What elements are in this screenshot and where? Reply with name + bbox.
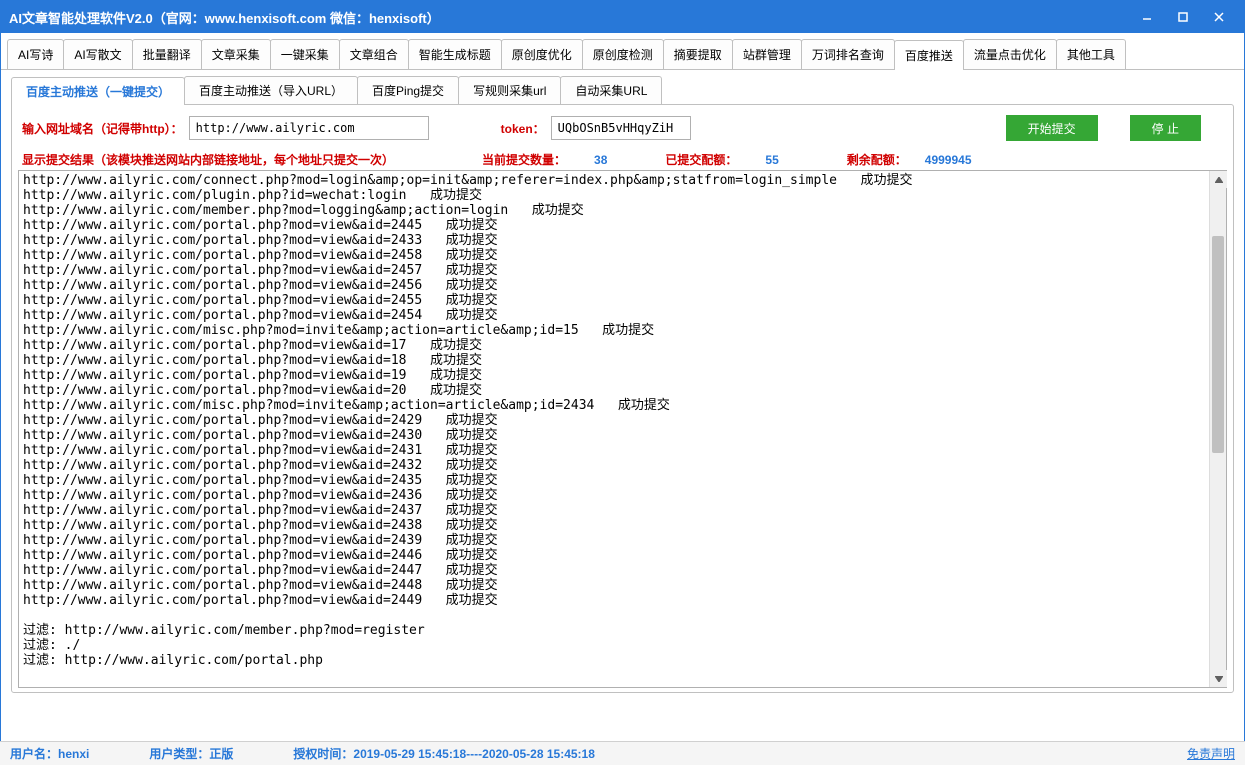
- scrollbar-thumb[interactable]: [1212, 236, 1224, 453]
- content-panel: 输入网址域名（记得带http）： token： 开始提交 停 止 显示提交结果（…: [11, 104, 1234, 693]
- url-label: 输入网址域名（记得带http）：: [22, 120, 183, 137]
- vertical-scrollbar[interactable]: [1209, 171, 1226, 687]
- username-label: 用户名：henxi: [10, 745, 89, 762]
- submitted-quota-value: 55: [765, 153, 778, 167]
- maximize-button[interactable]: [1166, 6, 1200, 28]
- main-tab-13[interactable]: 流量点击优化: [963, 39, 1057, 69]
- remaining-quota-value: 4999945: [925, 153, 972, 167]
- main-tab-12[interactable]: 百度推送: [894, 40, 964, 70]
- main-tab-0[interactable]: AI写诗: [7, 39, 64, 69]
- main-tab-11[interactable]: 万词排名查询: [801, 39, 895, 69]
- token-label: token：: [501, 120, 545, 137]
- current-count-label: 当前提交数量：: [482, 151, 566, 168]
- main-tab-9[interactable]: 摘要提取: [663, 39, 733, 69]
- titlebar: AI文章智能处理软件V2.0（官网：www.henxisoft.com 微信：h…: [1, 1, 1244, 33]
- main-tabs: AI写诗AI写散文批量翻译文章采集一键采集文章组合智能生成标题原创度优化原创度检…: [1, 33, 1244, 70]
- usertype-label: 用户类型：正版: [149, 745, 233, 762]
- url-input[interactable]: [189, 116, 429, 140]
- window-title: AI文章智能处理软件V2.0（官网：www.henxisoft.com 微信：h…: [9, 8, 1130, 27]
- main-tab-5[interactable]: 文章组合: [339, 39, 409, 69]
- status-bar: 用户名：henxi 用户类型：正版 授权时间：2019-05-29 15:45:…: [0, 741, 1245, 765]
- scrollbar-track[interactable]: [1210, 188, 1226, 670]
- close-button[interactable]: [1202, 6, 1236, 28]
- minimize-button[interactable]: [1130, 6, 1164, 28]
- scroll-up-button[interactable]: [1210, 171, 1227, 188]
- disclaimer-link[interactable]: 免责声明: [1187, 745, 1235, 762]
- sub-tab-4[interactable]: 自动采集URL: [560, 76, 662, 104]
- log-output[interactable]: http://www.ailyric.com/connect.php?mod=l…: [19, 171, 1209, 687]
- main-tab-7[interactable]: 原创度优化: [501, 39, 583, 69]
- sub-tabs: 百度主动推送（一键提交）百度主动推送（导入URL）百度Ping提交写规则采集ur…: [1, 70, 1244, 104]
- remaining-quota-label: 剩余配额：: [847, 151, 907, 168]
- scroll-down-button[interactable]: [1210, 670, 1227, 687]
- log-container: http://www.ailyric.com/connect.php?mod=l…: [18, 170, 1227, 688]
- main-tab-6[interactable]: 智能生成标题: [408, 39, 502, 69]
- current-count-value: 38: [594, 153, 607, 167]
- sub-tab-3[interactable]: 写规则采集url: [458, 76, 561, 104]
- submitted-quota-label: 已提交配额：: [665, 151, 737, 168]
- sub-tab-2[interactable]: 百度Ping提交: [357, 76, 459, 104]
- start-submit-button[interactable]: 开始提交: [1006, 115, 1098, 141]
- auth-time-label: 授权时间：2019-05-29 15:45:18----2020-05-28 1…: [293, 745, 595, 762]
- main-tab-4[interactable]: 一键采集: [270, 39, 340, 69]
- token-input[interactable]: [551, 116, 691, 140]
- main-tab-3[interactable]: 文章采集: [201, 39, 271, 69]
- stop-button[interactable]: 停 止: [1130, 115, 1201, 141]
- sub-tab-0[interactable]: 百度主动推送（一键提交）: [11, 77, 185, 105]
- stats-row: 显示提交结果（该模块推送网站内部链接地址，每个地址只提交一次） 当前提交数量： …: [18, 151, 1227, 168]
- sub-tab-1[interactable]: 百度主动推送（导入URL）: [184, 76, 358, 104]
- result-label: 显示提交结果（该模块推送网站内部链接地址，每个地址只提交一次）: [22, 151, 394, 168]
- main-tab-8[interactable]: 原创度检测: [582, 39, 664, 69]
- window-controls: [1130, 6, 1236, 28]
- main-tab-10[interactable]: 站群管理: [732, 39, 802, 69]
- main-tab-14[interactable]: 其他工具: [1056, 39, 1126, 69]
- input-row: 输入网址域名（记得带http）： token： 开始提交 停 止: [18, 115, 1227, 141]
- main-tab-1[interactable]: AI写散文: [63, 39, 132, 69]
- main-tab-2[interactable]: 批量翻译: [132, 39, 202, 69]
